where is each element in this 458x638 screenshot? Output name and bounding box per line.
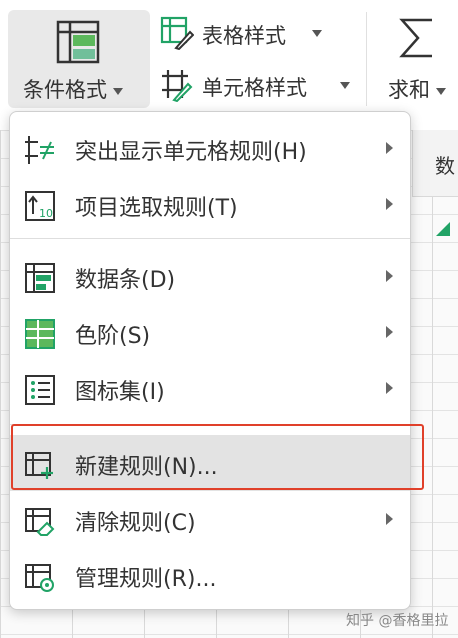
conditional-format-label: 条件格式 [23, 74, 123, 104]
chevron-down-icon [436, 87, 446, 95]
chevron-right-icon [386, 326, 393, 338]
icon-sets-icon [24, 374, 56, 406]
menu-item-label: 色阶(S) [75, 324, 151, 349]
column-header[interactable]: 数 [412, 130, 458, 197]
chevron-right-icon [386, 198, 393, 210]
menu-item-top-bottom-rules[interactable]: 10 项目选取规则(T) [10, 176, 410, 232]
menu-item-label: 清除规则(C) [75, 511, 196, 536]
highlight-annotation-box [11, 424, 424, 490]
menu-separator [10, 238, 410, 239]
cell-comment-marker [436, 222, 450, 236]
menu-item-manage-rules[interactable]: 管理规则(R)... [10, 547, 410, 603]
highlight-cells-icon [24, 134, 56, 166]
menu-item-label: 数据条(D) [75, 268, 176, 293]
conditional-format-menu: 突出显示单元格规则(H) 10 项目选取规则(T) 数据条(D) 色阶(S) 图… [9, 111, 411, 610]
menu-item-label: 项目选取规则(T) [75, 196, 238, 221]
sigma-icon [398, 16, 436, 64]
menu-item-clear-rules[interactable]: 清除规则(C) [10, 491, 410, 547]
conditional-format-icon [56, 20, 100, 68]
manage-rules-icon [24, 561, 56, 593]
ribbon-divider [366, 12, 367, 106]
menu-item-label: 管理规则(R)... [75, 567, 217, 592]
chevron-right-icon [386, 142, 393, 154]
chevron-right-icon [386, 270, 393, 282]
clear-rules-icon [24, 505, 56, 537]
menu-item-data-bars[interactable]: 数据条(D) [10, 248, 410, 304]
top-bottom-rules-icon: 10 [24, 190, 56, 222]
svg-text:10: 10 [39, 207, 53, 220]
conditional-format-button[interactable]: 条件格式 [8, 10, 150, 108]
watermark: 知乎 @香格里拉 [346, 613, 449, 629]
menu-item-label: 突出显示单元格规则(H) [75, 140, 307, 165]
table-style-icon [160, 16, 195, 55]
chevron-down-icon [312, 30, 322, 37]
chevron-right-icon [386, 513, 393, 525]
cell-style-icon [160, 68, 194, 107]
menu-item-icon-sets[interactable]: 图标集(I) [10, 360, 410, 416]
chevron-down-icon [113, 87, 123, 95]
chevron-right-icon [386, 382, 393, 394]
menu-item-highlight-cells-rules[interactable]: 突出显示单元格规则(H) [10, 120, 410, 176]
data-bars-icon [24, 262, 56, 294]
menu-item-color-scales[interactable]: 色阶(S) [10, 304, 410, 360]
cell-style-label: 单元格样式 [202, 76, 307, 100]
chevron-down-icon [340, 82, 350, 89]
color-scales-icon [24, 318, 56, 350]
sum-label: 求和 [388, 74, 446, 104]
ribbon-toolbar: 条件格式 表格样式 单元格样式 求和 [0, 0, 458, 118]
table-style-label: 表格样式 [202, 24, 286, 48]
column-header-label: 数 [435, 154, 455, 178]
menu-item-label: 图标集(I) [75, 380, 165, 405]
